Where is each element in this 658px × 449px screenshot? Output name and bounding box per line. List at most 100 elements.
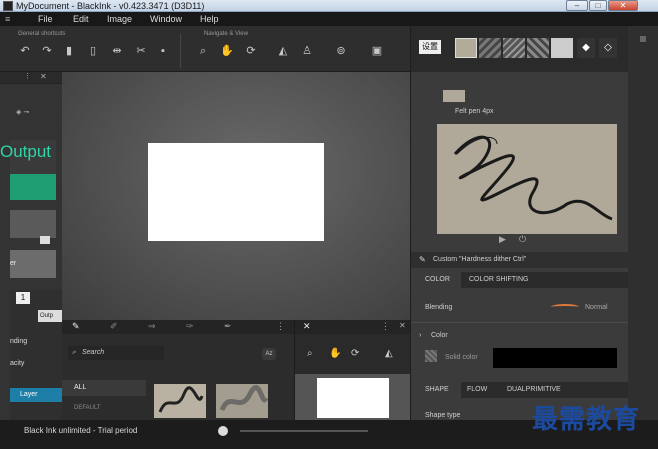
brush-stroke-icon (453, 135, 613, 221)
sort-button[interactable]: Az (262, 348, 276, 360)
cut-icon[interactable]: ✂ (134, 44, 148, 58)
custom-setting-label: Custom "Hardness dither Ctrl" (433, 256, 527, 263)
redo-icon[interactable]: ↷ (40, 44, 54, 58)
menu-window[interactable]: Window (150, 12, 182, 26)
navigator-preview[interactable] (295, 374, 411, 420)
play-icon[interactable]: ▶ (499, 234, 506, 245)
person-icon[interactable]: ♙ (300, 44, 314, 58)
layer-tab[interactable]: 1 (16, 292, 30, 304)
scroll-thumb[interactable] (640, 36, 646, 42)
menu-icon[interactable]: ≡ (5, 12, 10, 26)
watermark-text: 最需教育 (532, 405, 641, 435)
brush-name: Felt pen 4px (455, 108, 494, 115)
menu-edit[interactable]: Edit (73, 12, 89, 26)
brush-tab-icon[interactable]: ✎ (72, 321, 80, 332)
navigator-tabs: ✕ ⋮ ✕ (295, 320, 411, 334)
toolbar-separator (180, 34, 181, 68)
brush-stroke-icon (158, 386, 204, 413)
divider (411, 322, 629, 323)
status-text: Black Ink unlimited - Trial period (24, 426, 138, 435)
brush-preset[interactable] (503, 38, 525, 58)
rotate-icon[interactable]: ⟳ (244, 44, 258, 58)
zoom-fit-icon[interactable]: ⊚ (334, 44, 348, 58)
zoom-icon[interactable]: ⌕ (196, 44, 210, 58)
brush-library-tabs: ✎ ✐ ⇒ ✑ ✒ ⋮ (62, 320, 294, 334)
copy-icon[interactable]: ▯ (86, 44, 100, 58)
title-bar: MyDocument - BlackInk - v0.423.3471 (D3D… (0, 0, 658, 12)
custom-setting-row[interactable]: ✎ Custom "Hardness dither Ctrl" (411, 252, 629, 268)
left-panel-header: ⋮ ✕ (0, 72, 62, 84)
search-placeholder: Search (82, 349, 105, 356)
canvas-paper[interactable] (148, 143, 324, 241)
zoom-icon[interactable]: ⌕ (307, 348, 313, 359)
solid-color-icon (425, 350, 437, 362)
pen-tab-icon[interactable]: ✒ (224, 321, 232, 332)
tab-color-shifting[interactable]: COLOR SHIFTING (469, 272, 529, 288)
mirror-icon[interactable]: ◭ (276, 44, 290, 58)
output-field[interactable]: Outp (38, 310, 62, 322)
search-input[interactable]: ⌕ Search (68, 346, 164, 360)
settings-button[interactable]: 设置 (419, 40, 441, 54)
airbrush-tab-icon[interactable]: ✑ (186, 321, 194, 332)
color-section-chevron-icon[interactable]: › (419, 332, 421, 339)
pencil-tab-icon[interactable]: ✐ (110, 321, 118, 332)
progress-track (240, 430, 368, 432)
brush-stroke-icon (219, 385, 269, 412)
brush-stroke-preview (437, 124, 617, 234)
right-scrollbar[interactable] (628, 26, 658, 420)
power-icon[interactable]: ⏻ (519, 234, 526, 245)
brush-thumbnail[interactable] (154, 384, 206, 418)
brush-settings-panel: 设置 ◆ ◇ Felt pen 4px ▶ ⏻ ✎ Custom "Hardne… (410, 26, 629, 420)
panel-menu-icon[interactable]: ⋮ (24, 72, 31, 80)
paste-icon[interactable]: ▪ (156, 44, 170, 58)
minimize-button[interactable]: – (566, 0, 588, 11)
layer-item[interactable]: er (10, 250, 56, 278)
brush-preset[interactable] (455, 38, 477, 58)
eraser-soft-icon[interactable]: ◇ (599, 38, 617, 58)
blending-label: Blending (425, 304, 453, 311)
menu-image[interactable]: Image (107, 12, 132, 26)
tab-flow[interactable]: FLOW (467, 382, 487, 398)
panel-close-icon[interactable]: ✕ (399, 321, 406, 330)
tab-color[interactable]: COLOR (411, 272, 461, 288)
delete-icon[interactable]: ▮ (62, 44, 76, 58)
brush-preset[interactable] (479, 38, 501, 58)
output-label: Output (0, 142, 52, 161)
layer-selected[interactable]: Layer (10, 388, 62, 402)
brush-preset[interactable] (527, 38, 549, 58)
maximize-button[interactable]: □ (589, 0, 607, 11)
flip-icon[interactable]: ⇹ (110, 44, 124, 58)
undo-icon[interactable]: ↶ (18, 44, 32, 58)
pan-icon[interactable]: ✋ (220, 44, 234, 58)
brush-library-panel: ✎ ✐ ⇒ ✑ ✒ ⋮ ⌕ Search Az ALL DEFAULT (62, 320, 294, 420)
close-button[interactable]: ✕ (608, 0, 638, 11)
blend-curve-icon (551, 304, 579, 310)
filter-all[interactable]: ALL (62, 380, 146, 396)
rotate-icon[interactable]: ⟳ (351, 348, 359, 359)
brush-preset[interactable] (551, 38, 573, 58)
general-shortcuts-label: General shortcuts (18, 31, 66, 37)
menu-help[interactable]: Help (200, 12, 219, 26)
screen-small-icon[interactable] (40, 236, 50, 244)
brush-thumbnail[interactable] (216, 384, 269, 418)
navigator-tab-icon[interactable]: ✕ (303, 321, 311, 332)
menu-file[interactable]: File (38, 12, 53, 26)
filter-default[interactable]: DEFAULT (62, 400, 146, 416)
blend-mode-value[interactable]: Normal (585, 304, 608, 311)
window-title: MyDocument - BlackInk - v0.423.3471 (D3D… (16, 1, 205, 11)
app-window: MyDocument - BlackInk - v0.423.3471 (D3D… (0, 0, 658, 449)
visibility-icon[interactable]: ◈ ⊸ (16, 108, 29, 116)
eraser-icon[interactable]: ◆ (577, 38, 595, 58)
color-swatch[interactable] (493, 348, 617, 368)
pan-icon[interactable]: ✋ (329, 348, 341, 359)
panel-menu-icon[interactable]: ⋮ (381, 321, 390, 332)
screen-icon[interactable]: ▣ (370, 44, 384, 58)
panel-close-icon[interactable]: ✕ (40, 72, 47, 81)
panel-menu-icon[interactable]: ⋮ (276, 321, 285, 332)
output-green-bar[interactable] (10, 174, 56, 200)
marker-tab-icon[interactable]: ⇒ (148, 321, 156, 332)
tab-dualprimitive[interactable]: DUALPRIMITIVE (507, 382, 561, 398)
navigator-paper (317, 378, 389, 418)
tab-shape[interactable]: SHAPE (411, 382, 461, 398)
mirror-icon[interactable]: ◭ (385, 348, 393, 359)
